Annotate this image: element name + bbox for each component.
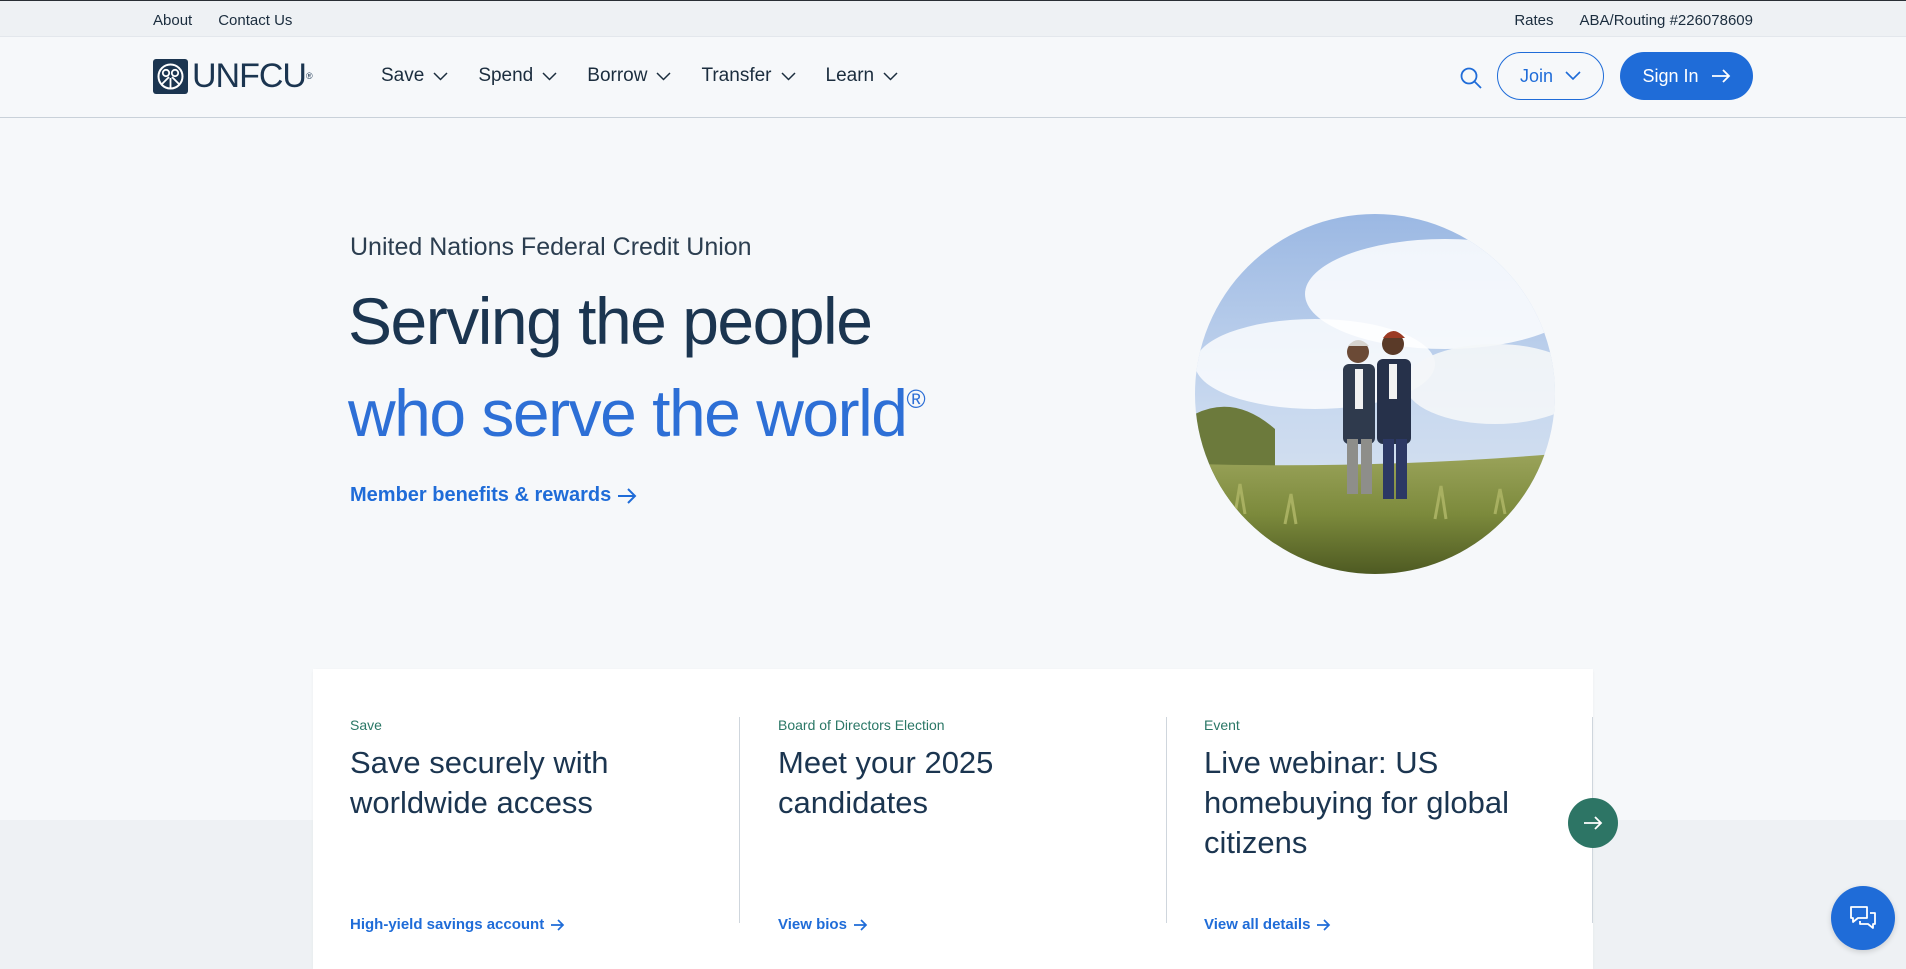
card-eyebrow: Save	[350, 717, 382, 733]
sign-in-label: Sign In	[1642, 65, 1699, 86]
arrow-right-icon	[551, 918, 565, 931]
feature-card: Board of Directors Election Meet your 20…	[739, 717, 1129, 933]
primary-menu: Save Spend Borrow Transfer Learn	[381, 65, 898, 87]
card-title: Meet your 2025 candidates	[778, 745, 994, 820]
nav-item-save[interactable]: Save	[381, 65, 448, 87]
nav-item-label: Transfer	[701, 65, 772, 86]
globe-logo-icon	[153, 59, 188, 94]
chevron-down-icon	[656, 71, 671, 81]
join-label: Join	[1519, 65, 1554, 86]
card-link-label: High-yield savings account	[350, 916, 545, 933]
nav-item-borrow[interactable]: Borrow	[587, 65, 671, 87]
hero-eyebrow: United Nations Federal Credit Union	[350, 233, 752, 261]
routing-number-link[interactable]: ABA/Routing #226078609	[1580, 12, 1753, 29]
chat-button[interactable]	[1831, 886, 1895, 950]
join-button[interactable]: Join	[1497, 52, 1604, 100]
card-eyebrow: Event	[1204, 717, 1240, 733]
card-title: Live webinar: US homebuying for global c…	[1204, 745, 1510, 860]
chevron-down-icon	[433, 71, 448, 81]
utility-left-links: About Contact Us	[153, 12, 292, 29]
nav-item-label: Learn	[825, 65, 875, 86]
chevron-down-icon	[542, 71, 557, 81]
hero-title-line2: who serve the world®	[348, 376, 926, 450]
arrow-right-icon	[1317, 918, 1331, 931]
utility-bar: About Contact Us Rates ABA/Routing #2260…	[0, 0, 1906, 37]
logo-wordmark: UNFCU®	[192, 57, 313, 95]
feature-card: Event Live webinar: US homebuying for gl…	[1166, 717, 1593, 933]
hero-title: Serving the people who serve the world®	[348, 282, 926, 452]
arrow-right-icon	[618, 487, 637, 504]
nav-item-learn[interactable]: Learn	[826, 65, 899, 87]
card-link-label: View bios	[778, 916, 847, 933]
about-link[interactable]: About	[153, 12, 192, 29]
unfcu-logo[interactable]: UNFCU®	[153, 57, 313, 95]
feature-card: Save Save securely with worldwide access…	[350, 717, 740, 933]
registered-mark: ®	[906, 384, 926, 414]
feature-cards-carousel: Save Save securely with worldwide access…	[313, 669, 1593, 969]
chevron-down-icon	[1565, 71, 1581, 81]
member-benefits-link[interactable]: Member benefits & rewards	[350, 484, 637, 507]
nav-item-label: Save	[381, 65, 425, 86]
contact-us-link[interactable]: Contact Us	[218, 12, 292, 29]
hero-title-line1: Serving the people	[348, 284, 873, 358]
sign-in-button[interactable]: Sign In	[1620, 52, 1753, 100]
member-benefits-label: Member benefits & rewards	[350, 484, 612, 506]
utility-right-links: Rates ABA/Routing #226078609	[1514, 12, 1753, 29]
card-link[interactable]: View bios	[778, 916, 868, 933]
arrow-right-icon	[1711, 69, 1730, 83]
nav-item-label: Spend	[478, 65, 534, 86]
arrow-right-icon	[1584, 816, 1603, 830]
card-title: Save securely with worldwide access	[350, 745, 609, 820]
nav-item-spend[interactable]: Spend	[478, 65, 557, 87]
rates-link[interactable]: Rates	[1514, 12, 1553, 29]
carousel-next-button[interactable]	[1568, 798, 1618, 848]
chevron-down-icon	[883, 71, 898, 81]
nav-item-label: Borrow	[587, 65, 648, 86]
nav-item-transfer[interactable]: Transfer	[701, 65, 796, 87]
chevron-down-icon	[780, 71, 796, 81]
main-nav: UNFCU® Save Spend Borrow Transfer Learn …	[0, 37, 1906, 118]
arrow-right-icon	[853, 918, 868, 931]
hero-photo	[1195, 214, 1555, 574]
card-link-label: View all details	[1204, 916, 1311, 933]
chat-icon	[1850, 906, 1876, 929]
card-link[interactable]: High-yield savings account	[350, 916, 565, 933]
card-link[interactable]: View all details	[1204, 916, 1331, 933]
card-eyebrow: Board of Directors Election	[778, 717, 945, 733]
search-icon[interactable]	[1459, 66, 1483, 90]
